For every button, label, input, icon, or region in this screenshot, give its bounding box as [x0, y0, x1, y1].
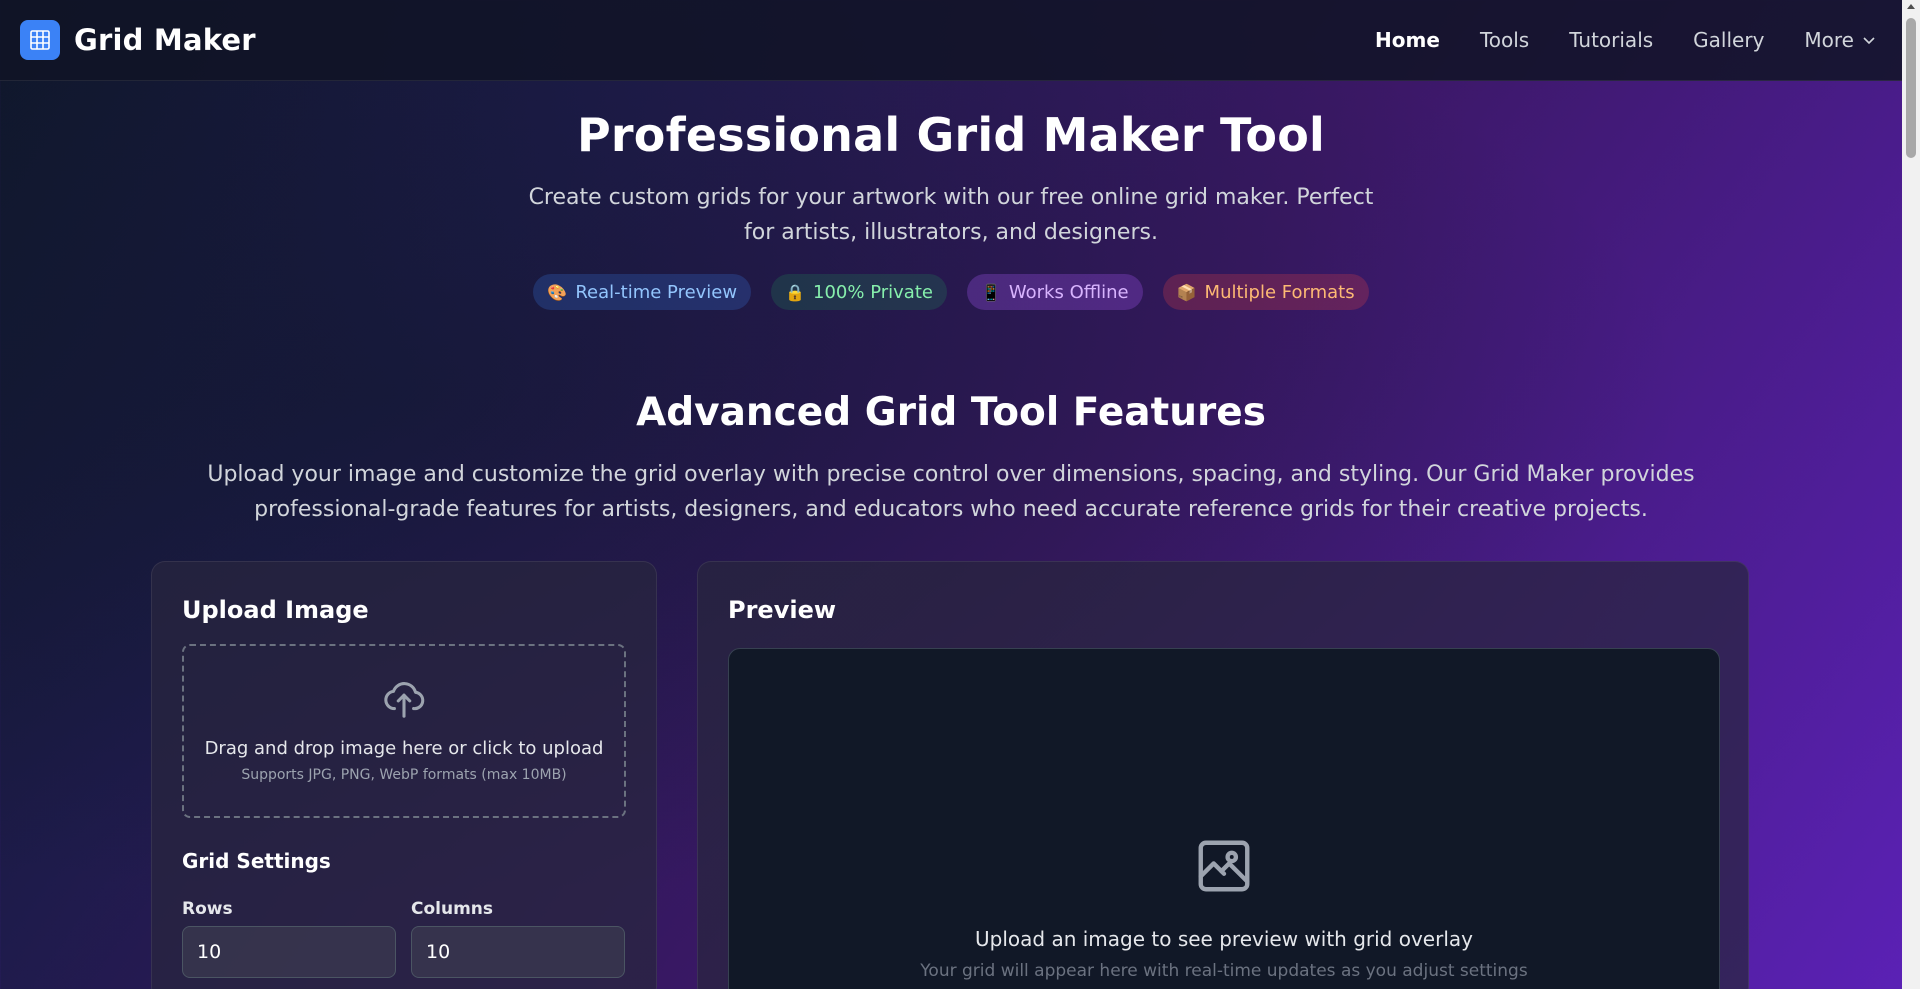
- dropzone-hint: Supports JPG, PNG, WebP formats (max 10M…: [241, 767, 567, 783]
- top-navigation: Grid Maker Home Tools Tutorials Gallery …: [0, 0, 1902, 81]
- badge-label: Multiple Formats: [1204, 281, 1355, 303]
- package-icon: 📦: [1176, 282, 1197, 302]
- badge-label: Works Offline: [1008, 281, 1129, 303]
- upload-title: Upload Image: [182, 596, 369, 624]
- badge-realtime-preview: 🎨 Real-time Preview: [533, 274, 752, 310]
- features-title: Advanced Grid Tool Features: [636, 390, 1266, 435]
- palette-icon: 🎨: [547, 282, 568, 302]
- upload-dropzone[interactable]: Drag and drop image here or click to upl…: [182, 644, 626, 818]
- preview-panel: Preview Upload an image to see preview w…: [697, 561, 1749, 989]
- image-placeholder-icon: [1198, 840, 1250, 892]
- nav-link-more[interactable]: More: [1804, 28, 1876, 52]
- phone-icon: 📱: [980, 282, 1001, 302]
- scroll-up-icon[interactable]: [1907, 4, 1915, 9]
- controls-panel: Upload Image Drag and drop image here or…: [151, 561, 657, 989]
- dropzone-text: Drag and drop image here or click to upl…: [204, 738, 604, 759]
- rows-label: Rows: [182, 899, 233, 919]
- features-description: Upload your image and customize the grid…: [207, 462, 1695, 522]
- hero-subtitle: Create custom grids for your artwork wit…: [528, 185, 1374, 245]
- preview-empty-text: Upload an image to see preview with grid…: [975, 927, 1473, 951]
- lock-icon: 🔒: [785, 282, 806, 302]
- features-section: Advanced Grid Tool Features Upload your …: [0, 390, 1902, 527]
- preview-canvas[interactable]: Upload an image to see preview with grid…: [728, 648, 1720, 989]
- page-scrollbar[interactable]: [1902, 0, 1920, 989]
- columns-label: Columns: [411, 899, 494, 919]
- nav-links: Home Tools Tutorials Gallery More: [1375, 28, 1876, 52]
- hero-section: Professional Grid Maker Tool Create cust…: [0, 108, 1902, 310]
- cloud-upload-icon: [384, 682, 425, 718]
- nav-link-tools[interactable]: Tools: [1480, 28, 1529, 52]
- chevron-down-icon: [1863, 37, 1875, 45]
- hero-title: Professional Grid Maker Tool: [577, 108, 1325, 162]
- nav-link-tutorials[interactable]: Tutorials: [1569, 28, 1653, 52]
- badge-works-offline: 📱 Works Offline: [966, 274, 1143, 310]
- badge-multiple-formats: 📦 Multiple Formats: [1162, 274, 1369, 310]
- brand-name: Grid Maker: [74, 23, 256, 57]
- badge-label: Real-time Preview: [575, 281, 738, 303]
- preview-empty-hint: Your grid will appear here with real-tim…: [920, 961, 1528, 981]
- nav-link-home[interactable]: Home: [1375, 28, 1440, 52]
- columns-input[interactable]: [411, 926, 625, 978]
- preview-title: Preview: [728, 596, 837, 624]
- rows-input[interactable]: [182, 926, 396, 978]
- nav-link-gallery[interactable]: Gallery: [1693, 28, 1764, 52]
- nav-link-more-label: More: [1804, 28, 1854, 52]
- grid-icon: [20, 20, 60, 60]
- badge-label: 100% Private: [813, 281, 933, 303]
- grid-settings-title: Grid Settings: [182, 849, 331, 873]
- brand[interactable]: Grid Maker: [20, 20, 256, 60]
- scrollbar-thumb[interactable]: [1906, 18, 1916, 158]
- badge-private: 🔒 100% Private: [771, 274, 947, 310]
- feature-badges: 🎨 Real-time Preview 🔒 100% Private 📱 Wor…: [0, 274, 1902, 310]
